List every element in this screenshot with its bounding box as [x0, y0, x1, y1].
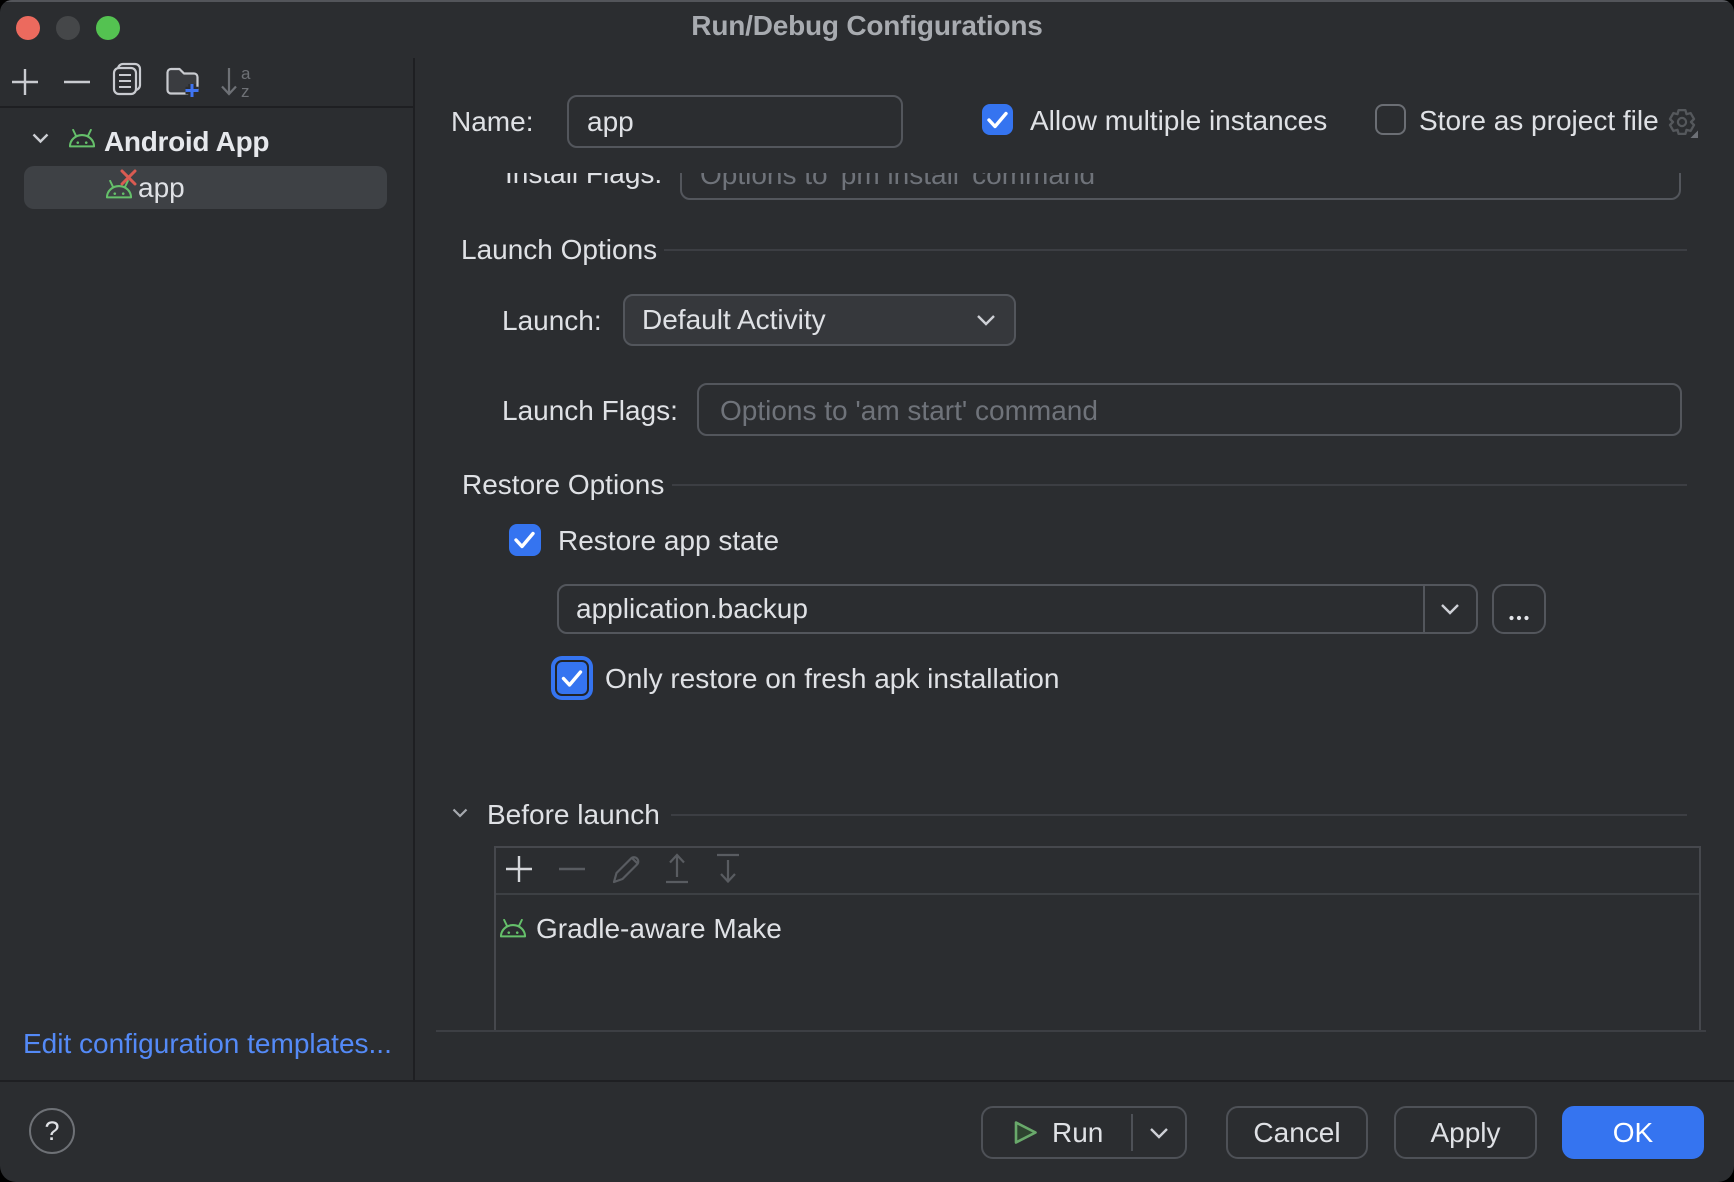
- svg-text:z: z: [241, 82, 250, 101]
- svg-text:a: a: [241, 64, 251, 83]
